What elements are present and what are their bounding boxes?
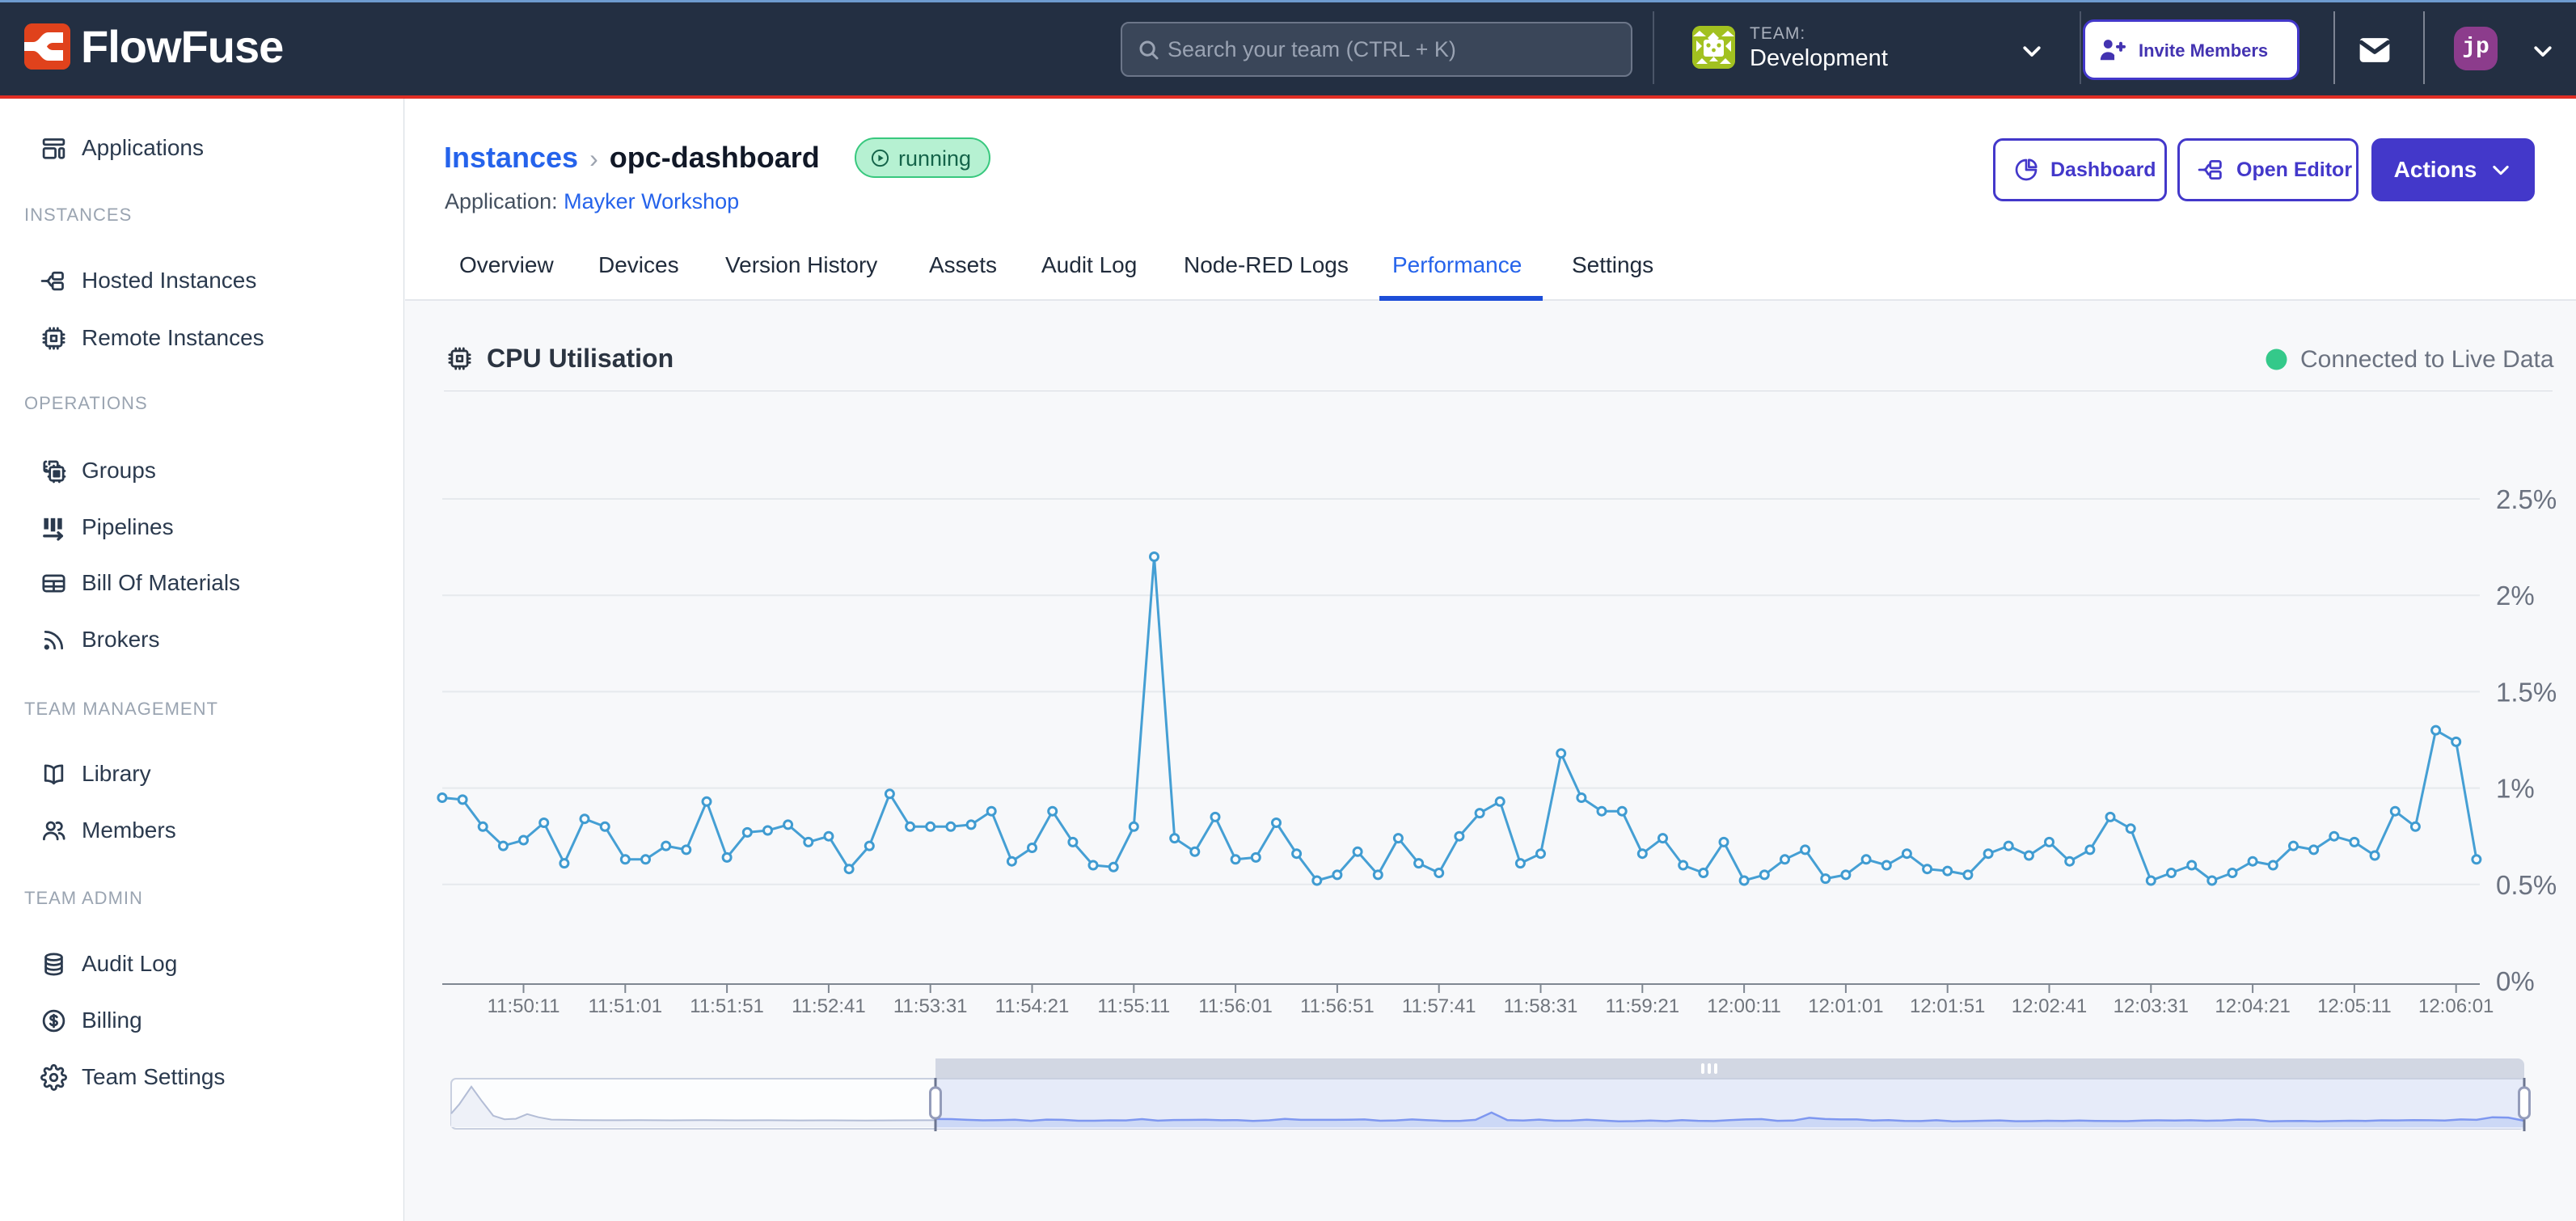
- svg-text:1.5%: 1.5%: [2496, 677, 2557, 707]
- svg-text:0.5%: 0.5%: [2496, 870, 2557, 900]
- svg-text:11:52:41: 11:52:41: [792, 995, 866, 1017]
- svg-text:11:50:11: 11:50:11: [488, 995, 560, 1017]
- svg-text:11:51:01: 11:51:01: [588, 995, 662, 1017]
- svg-text:11:54:21: 11:54:21: [995, 995, 1070, 1017]
- svg-text:12:02:41: 12:02:41: [2012, 995, 2087, 1017]
- svg-text:12:01:51: 12:01:51: [1910, 995, 1985, 1017]
- svg-text:11:51:51: 11:51:51: [690, 995, 764, 1017]
- svg-text:11:59:21: 11:59:21: [1605, 995, 1679, 1017]
- svg-text:2%: 2%: [2496, 581, 2535, 610]
- svg-text:0%: 0%: [2496, 966, 2535, 996]
- svg-text:11:56:01: 11:56:01: [1198, 995, 1273, 1017]
- svg-text:11:56:51: 11:56:51: [1300, 995, 1375, 1017]
- svg-text:12:01:01: 12:01:01: [1808, 995, 1883, 1017]
- svg-text:12:05:11: 12:05:11: [2317, 995, 2392, 1017]
- svg-text:12:06:01: 12:06:01: [2418, 995, 2494, 1017]
- svg-text:12:03:31: 12:03:31: [2114, 995, 2189, 1017]
- svg-text:11:53:31: 11:53:31: [893, 995, 968, 1017]
- svg-text:11:58:31: 11:58:31: [1504, 995, 1578, 1017]
- svg-text:2.5%: 2.5%: [2496, 484, 2557, 514]
- svg-text:11:57:41: 11:57:41: [1402, 995, 1476, 1017]
- svg-text:12:04:21: 12:04:21: [2215, 995, 2290, 1017]
- svg-text:1%: 1%: [2496, 774, 2535, 804]
- svg-text:11:55:11: 11:55:11: [1097, 995, 1170, 1017]
- svg-text:12:00:11: 12:00:11: [1707, 995, 1781, 1017]
